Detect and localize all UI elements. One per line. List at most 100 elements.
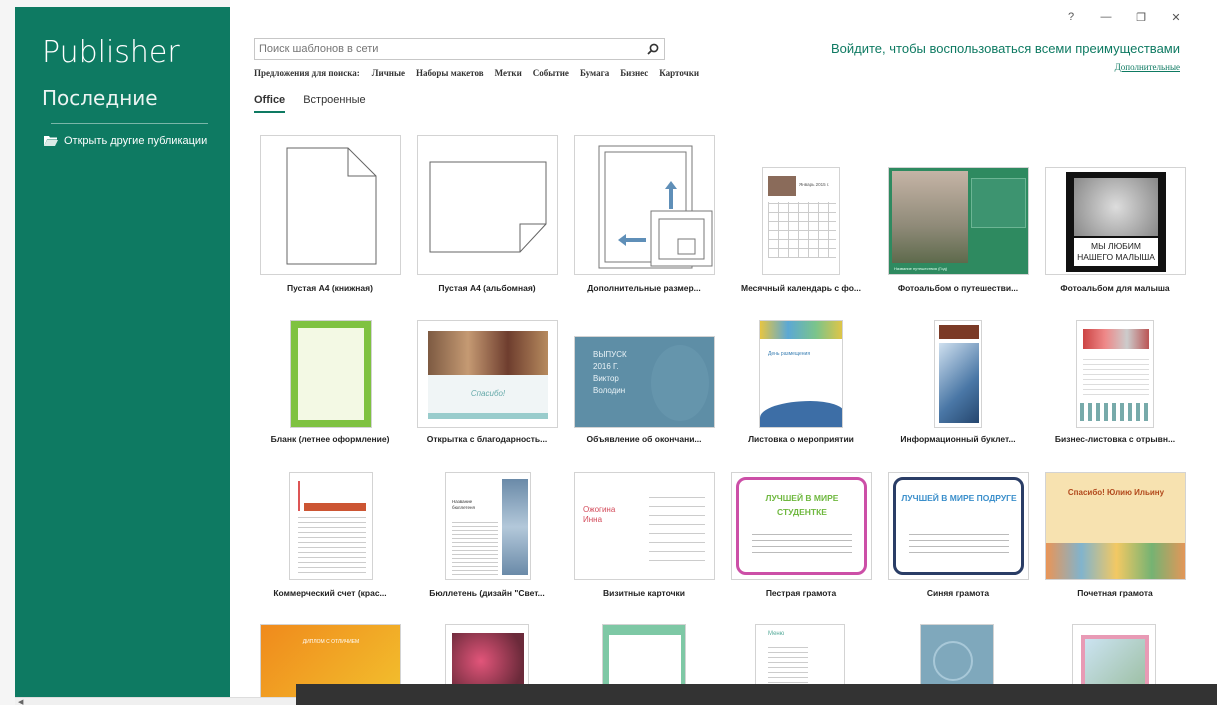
template-blank-portrait[interactable]: Пустая А4 (книжная) <box>260 135 401 295</box>
open-other-label: Открыть другие публикации <box>64 134 208 147</box>
template-thumbnail <box>290 320 372 428</box>
scroll-left-icon[interactable]: ◀ <box>18 698 23 705</box>
template-thumbnail: МЫ ЛЮБИМ НАШЕГО МАЛЫША <box>1045 167 1186 275</box>
template-thumbnail: Январь 2015 г. <box>762 167 840 275</box>
window-controls: ? — ❐ ✕ <box>1064 11 1183 24</box>
blank-landscape-icon <box>429 161 547 253</box>
suggestion-cards[interactable]: Карточки <box>659 68 699 78</box>
publisher-start-screen: Publisher Последние Открыть другие публи… <box>0 0 1221 705</box>
thumb-text: Ожогина Инна <box>583 505 616 524</box>
more-link[interactable]: Дополнительные <box>1115 62 1180 72</box>
template-graduation-announcement[interactable]: ВЫПУСК 2016 Г. Виктор Володин Объявление… <box>574 318 715 448</box>
restore-icon[interactable]: ❐ <box>1134 11 1148 24</box>
thumb-text: Название бюллетеня <box>452 499 475 510</box>
main-panel: ? — ❐ ✕ Предложения для поиска: Личные Н… <box>230 0 1221 705</box>
suggestion-labels[interactable]: Метки <box>495 68 522 78</box>
tab-office[interactable]: Office <box>254 94 286 113</box>
sidebar: Publisher Последние Открыть другие публи… <box>15 7 230 697</box>
suggestion-event[interactable]: Событие <box>533 68 569 78</box>
template-thumbnail: Спасибо! Юлию Ильину <box>1045 472 1186 580</box>
template-label: Пустая А4 (альбомная) <box>438 283 536 293</box>
tab-builtin[interactable]: Встроенные <box>303 94 365 113</box>
template-thumbnail: ВЫПУСК 2016 Г. Виктор Володин <box>574 336 715 428</box>
suggestion-layout-sets[interactable]: Наборы макетов <box>416 68 484 78</box>
template-thumbnail: Название путешествия (Год) <box>888 167 1029 275</box>
thumb-text: Название путешествия (Год) <box>894 266 948 271</box>
thumb-text: Спасибо! <box>428 375 548 413</box>
minimize-icon[interactable]: — <box>1099 11 1113 24</box>
template-thumbnail <box>289 472 373 580</box>
template-label: Фотоальбом для малыша <box>1060 283 1170 293</box>
template-label: Бланк (летнее оформление) <box>270 434 390 444</box>
template-info-brochure[interactable]: Информационный буклет... <box>888 318 1029 448</box>
dark-overlay-bar <box>296 684 1217 705</box>
template-thumbnail: Ожогина Инна <box>574 472 715 580</box>
template-label: Пустая А4 (книжная) <box>287 283 373 293</box>
thumb-text: Спасибо! Юлию Ильину <box>1067 488 1165 497</box>
template-label: Листовка о мероприятии <box>748 434 854 444</box>
template-colorful-certificate[interactable]: ЛУЧШЕЙ В МИРЕ СТУДЕНТКЕ Пестрая грамота <box>731 470 872 602</box>
template-tabs: Office Встроенные <box>254 94 366 113</box>
help-icon[interactable]: ? <box>1064 11 1078 24</box>
template-thumbnail: Название бюллетеня <box>445 472 531 580</box>
template-tearoff-flyer[interactable]: Бизнес-листовка с отрывн... <box>1045 318 1186 448</box>
thumb-text: ВЫПУСК 2016 Г. Виктор Володин <box>593 350 627 395</box>
template-label: Открытка с благодарность... <box>426 434 548 444</box>
horizontal-scrollbar[interactable]: ◀ <box>15 697 296 705</box>
template-thumbnail <box>260 135 401 275</box>
template-label: Информационный буклет... <box>900 434 1016 444</box>
sidebar-divider <box>51 123 208 124</box>
template-baby-album[interactable]: МЫ ЛЮБИМ НАШЕГО МАЛЫША Фотоальбом для ма… <box>1045 135 1186 295</box>
template-thumbnail <box>1076 320 1154 428</box>
template-label: Коммерческий счет (крас... <box>273 588 387 598</box>
thumb-text: МЫ ЛЮБИМ НАШЕГО МАЛЫША <box>1074 238 1158 266</box>
thumb-text: ЛУЧШЕЙ В МИРЕ ПОДРУГЕ <box>901 493 1017 503</box>
template-blank-landscape[interactable]: Пустая А4 (альбомная) <box>417 135 558 295</box>
template-blue-certificate[interactable]: ЛУЧШЕЙ В МИРЕ ПОДРУГЕ Синяя грамота <box>888 470 1029 602</box>
template-commercial-invoice[interactable]: Коммерческий счет (крас... <box>260 470 401 602</box>
thumb-text: Меню <box>768 631 785 637</box>
close-icon[interactable]: ✕ <box>1169 11 1183 24</box>
thumb-text: Январь 2015 г. <box>799 182 830 187</box>
thumb-text: День размещения <box>768 351 811 357</box>
template-thumbnail <box>934 320 982 428</box>
template-label: Почетная грамота <box>1077 588 1153 598</box>
template-thumbnail <box>574 135 715 275</box>
template-label: Пестрая грамота <box>765 588 837 598</box>
more-sizes-icon <box>598 145 713 269</box>
template-thumbnail: ЛУЧШЕЙ В МИРЕ ПОДРУГЕ <box>888 472 1029 580</box>
template-label: Бюллетень (дизайн "Свет... <box>429 588 545 598</box>
template-event-flyer[interactable]: День размещения Листовка о мероприятии <box>731 318 872 448</box>
template-thumbnail <box>417 135 558 275</box>
signin-prompt[interactable]: Войдите, чтобы воспользоваться всеми пре… <box>831 41 1180 56</box>
thumb-text: ЛУЧШЕЙ В МИРЕ СТУДЕНТКЕ <box>765 493 839 517</box>
suggestions-label: Предложения для поиска: <box>254 68 360 78</box>
template-thumbnail: День размещения <box>759 320 843 428</box>
template-thumbnail: ЛУЧШЕЙ В МИРЕ СТУДЕНТКЕ <box>731 472 872 580</box>
open-other-publications-link[interactable]: Открыть другие публикации <box>43 134 207 147</box>
search-icon[interactable] <box>646 42 660 56</box>
search-suggestions: Предложения для поиска: Личные Наборы ма… <box>254 68 699 78</box>
template-more-sizes[interactable]: Дополнительные размер... <box>574 135 715 295</box>
template-newsletter[interactable]: Название бюллетеня Бюллетень (дизайн "Св… <box>417 470 558 602</box>
template-thank-you-card[interactable]: Спасибо! Открытка с благодарность... <box>417 318 558 448</box>
search-input[interactable] <box>255 39 635 59</box>
template-label: Месячный календарь с фо... <box>740 283 862 293</box>
search-box <box>254 38 665 60</box>
template-honor-certificate[interactable]: Спасибо! Юлию Ильину Почетная грамота <box>1045 470 1186 602</box>
blank-portrait-icon <box>286 147 377 265</box>
suggestion-paper[interactable]: Бумага <box>580 68 609 78</box>
template-monthly-calendar[interactable]: Январь 2015 г. Месячный календарь с фо..… <box>731 135 872 295</box>
suggestion-business[interactable]: Бизнес <box>620 68 648 78</box>
template-label: Синяя грамота <box>926 588 990 598</box>
recent-heading: Последние <box>42 86 158 110</box>
template-label: Фотоальбом о путешестви... <box>897 283 1019 293</box>
template-travel-album[interactable]: Название путешествия (Год) Фотоальбом о … <box>888 135 1029 295</box>
template-label: Бизнес-листовка с отрывн... <box>1054 434 1176 444</box>
thumb-text: ДИПЛОМ С ОТЛИЧИЕМ <box>302 639 360 645</box>
suggestion-personal[interactable]: Личные <box>372 68 405 78</box>
template-business-cards[interactable]: Ожогина Инна Визитные карточки <box>574 470 715 602</box>
template-summer-letterhead[interactable]: Бланк (летнее оформление) <box>260 318 401 448</box>
app-title: Publisher <box>42 35 180 70</box>
folder-open-icon <box>44 136 58 146</box>
